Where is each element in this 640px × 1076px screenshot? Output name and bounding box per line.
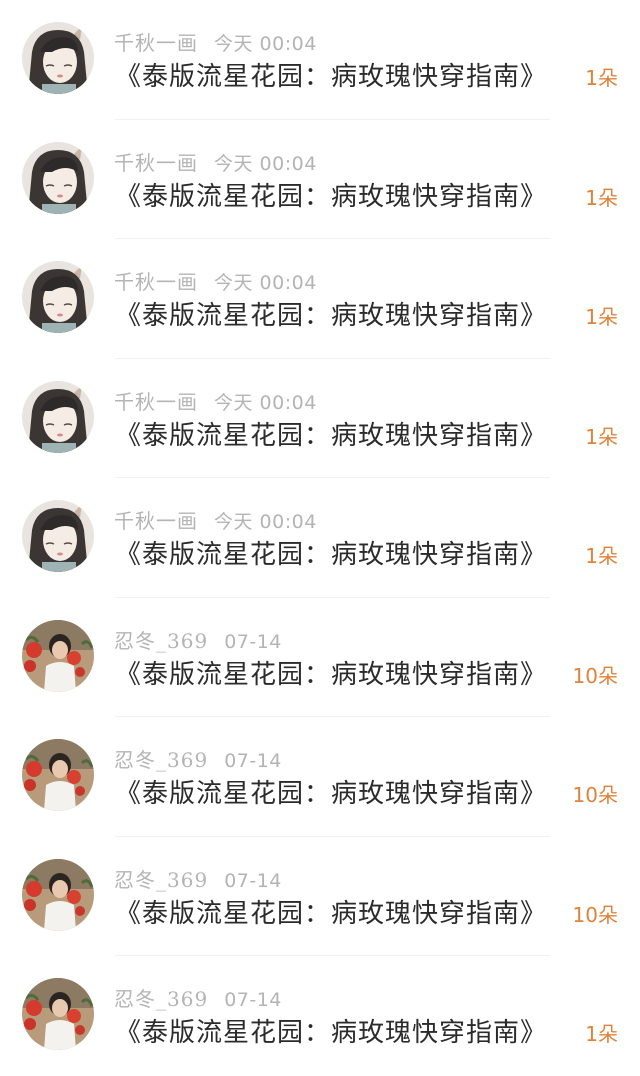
user-avatar-icon	[22, 381, 94, 453]
user-avatar-icon	[22, 500, 94, 572]
avatar[interactable]	[22, 859, 94, 931]
user-avatar-icon	[22, 620, 94, 692]
avatar[interactable]	[22, 381, 94, 453]
avatar[interactable]	[22, 22, 94, 94]
timestamp: 07-14	[224, 630, 282, 653]
item-meta: 千秋一画 今天 00:04	[114, 27, 317, 56]
timestamp: 07-14	[224, 869, 282, 892]
user-name[interactable]: 忍冬_369	[114, 748, 208, 772]
timestamp: 07-14	[224, 989, 282, 1011]
user-avatar-icon	[22, 22, 94, 94]
book-title[interactable]: 《泰版流星花园：病玫瑰快穿指南》	[115, 56, 547, 93]
user-name[interactable]: 千秋一画	[114, 151, 198, 175]
user-name[interactable]: 千秋一画	[114, 270, 198, 294]
user-avatar-icon	[22, 859, 94, 931]
list-item[interactable]: 忍冬_369 07-14 《泰版流星花园：病玫瑰快穿指南》 10朵	[0, 717, 640, 837]
list-item[interactable]: 千秋一画 今天 00:04 《泰版流星花园：病玫瑰快穿指南》 1朵	[0, 0, 640, 120]
list-item[interactable]: 忍冬_369 07-14 《泰版流星花园：病玫瑰快穿指南》 10朵	[0, 598, 640, 717]
book-title[interactable]: 《泰版流星花园：病玫瑰快穿指南》	[115, 654, 547, 691]
user-avatar-icon	[22, 142, 94, 214]
avatar[interactable]	[22, 978, 94, 1050]
list-item[interactable]: 千秋一画 今天 00:04 《泰版流星花园：病玫瑰快穿指南》 1朵	[0, 359, 640, 478]
gift-record-list: 千秋一画 今天 00:04 《泰版流星花园：病玫瑰快穿指南》 1朵 千秋一画 今天 …	[0, 0, 640, 1076]
item-meta: 忍冬_369 07-14	[114, 744, 282, 773]
timestamp: 今天 00:04	[214, 152, 317, 175]
user-avatar-icon	[22, 739, 94, 811]
user-name[interactable]: 千秋一画	[114, 390, 198, 414]
flower-count: 1朵	[585, 185, 618, 210]
book-title[interactable]: 《泰版流星花园：病玫瑰快穿指南》	[115, 773, 547, 810]
book-title[interactable]: 《泰版流星花园：病玫瑰快穿指南》	[115, 415, 547, 452]
flower-count: 1朵	[585, 544, 618, 568]
item-meta: 千秋一画 今天 00:04	[114, 386, 317, 415]
flower-count: 10朵	[572, 902, 618, 927]
flower-count: 1朵	[585, 1022, 618, 1046]
user-name[interactable]: 忍冬_369	[114, 629, 208, 653]
list-item[interactable]: 千秋一画 今天 00:04 《泰版流星花园：病玫瑰快穿指南》 1朵	[0, 478, 640, 598]
avatar[interactable]	[22, 142, 94, 214]
book-title[interactable]: 《泰版流星花园：病玫瑰快穿指南》	[115, 295, 547, 332]
avatar[interactable]	[22, 739, 94, 811]
flower-count: 1朵	[585, 424, 618, 449]
user-avatar-icon	[22, 978, 94, 1050]
user-name[interactable]: 千秋一画	[114, 509, 198, 533]
flower-count: 10朵	[572, 783, 618, 807]
timestamp: 今天 00:04	[214, 391, 317, 414]
item-meta: 忍冬_369 07-14	[114, 983, 282, 1012]
user-name[interactable]: 忍冬_369	[114, 868, 208, 892]
list-item[interactable]: 忍冬_369 07-14 《泰版流星花园：病玫瑰快穿指南》 1朵	[0, 956, 640, 1076]
item-meta: 千秋一画 今天 00:04	[114, 505, 317, 534]
item-meta: 忍冬_369 07-14	[114, 864, 282, 893]
user-avatar-icon	[22, 261, 94, 333]
timestamp: 今天 00:04	[214, 33, 317, 55]
book-title[interactable]: 《泰版流星花园：病玫瑰快穿指南》	[115, 893, 547, 930]
flower-count: 10朵	[572, 663, 618, 688]
avatar[interactable]	[22, 500, 94, 572]
timestamp: 今天 00:04	[214, 272, 317, 294]
list-item[interactable]: 千秋一画 今天 00:04 《泰版流星花园：病玫瑰快穿指南》 1朵	[0, 120, 640, 239]
user-name[interactable]: 忍冬_369	[114, 987, 208, 1011]
timestamp: 今天 00:04	[214, 511, 317, 533]
user-name[interactable]: 千秋一画	[114, 31, 198, 55]
list-item[interactable]: 忍冬_369 07-14 《泰版流星花园：病玫瑰快穿指南》 10朵	[0, 837, 640, 956]
item-meta: 千秋一画 今天 00:04	[114, 147, 317, 176]
item-meta: 忍冬_369 07-14	[114, 625, 282, 654]
flower-count: 1朵	[585, 305, 618, 329]
book-title[interactable]: 《泰版流星花园：病玫瑰快穿指南》	[115, 534, 547, 571]
flower-count: 1朵	[585, 66, 618, 90]
list-item[interactable]: 千秋一画 今天 00:04 《泰版流星花园：病玫瑰快穿指南》 1朵	[0, 239, 640, 359]
avatar[interactable]	[22, 261, 94, 333]
item-meta: 千秋一画 今天 00:04	[114, 266, 317, 295]
avatar[interactable]	[22, 620, 94, 692]
timestamp: 07-14	[224, 750, 282, 772]
book-title[interactable]: 《泰版流星花园：病玫瑰快穿指南》	[115, 1012, 547, 1049]
book-title[interactable]: 《泰版流星花园：病玫瑰快穿指南》	[115, 176, 547, 213]
